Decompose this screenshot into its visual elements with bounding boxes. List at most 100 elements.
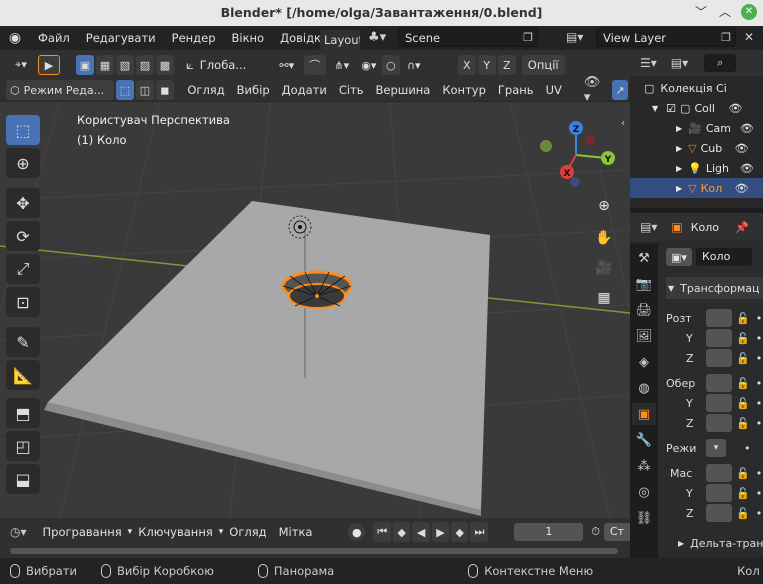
options-dropdown[interactable]: Опції [521, 55, 565, 75]
play-reverse-icon[interactable]: ◀ [412, 522, 430, 542]
circle-label[interactable]: Кол [701, 182, 725, 195]
minimize-icon[interactable]: ﹀ [693, 4, 709, 20]
next-keyframe-icon[interactable]: ◆ [451, 522, 469, 542]
vertex-select-icon[interactable]: ⬚ [115, 80, 134, 100]
timeline-scrollbar[interactable] [10, 548, 618, 554]
rotation-mode-dropdown[interactable]: ▾ [706, 439, 726, 457]
menu-mesh[interactable]: Сіть [333, 83, 370, 97]
modifiers-tab-icon[interactable]: 🔧 [632, 429, 656, 451]
menu-view[interactable]: Огляд [181, 83, 230, 97]
circle-mesh-selected[interactable] [281, 270, 353, 309]
scene-selector[interactable]: Scene ❐ [398, 28, 538, 47]
proportional-edit-icon[interactable]: ◉▾ [358, 55, 380, 75]
properties-editor-icon[interactable]: ▤▾ [640, 220, 657, 234]
maximize-icon[interactable]: ︿ [717, 4, 733, 20]
cube-label[interactable]: Cub [701, 142, 725, 155]
3d-viewport[interactable]: Z Y X ⌖▾ ▶ ▣ ▦ ▧ ▨ ▩ ⟀ Глоба... ⚯▾ ⌒ ⋔▾ … [0, 50, 630, 518]
mirror-x-button[interactable]: X [457, 55, 476, 75]
scene-icon[interactable]: ♣▾ [368, 30, 386, 45]
gizmo-toggle-icon[interactable]: ↗ [612, 80, 628, 100]
menu-window[interactable]: Вікно [224, 26, 273, 50]
proportional-toggle-icon[interactable]: ○ [381, 55, 400, 75]
menu-playback[interactable]: Програвання [37, 525, 128, 539]
menu-edge[interactable]: Контур [436, 83, 492, 97]
lock-icon[interactable]: 🔓 [736, 352, 750, 365]
outliner-search-icon[interactable]: ⌕ [704, 54, 737, 72]
lock-icon[interactable]: 🔓 [736, 397, 750, 410]
eye-icon[interactable]: 👁 [735, 142, 749, 155]
scale-z-field[interactable] [706, 504, 732, 522]
transform-panel-header[interactable]: Трансформац [680, 282, 759, 295]
play-icon[interactable]: ▶ [431, 522, 450, 542]
eye-icon[interactable]: 👁 [735, 182, 749, 195]
lock-icon[interactable]: 🔓 [736, 332, 750, 345]
collection-label[interactable]: Coll [694, 102, 722, 115]
record-icon[interactable]: ● [348, 523, 366, 541]
menu-select[interactable]: Вибір [231, 83, 276, 97]
location-z-field[interactable] [706, 349, 732, 367]
zoom-icon[interactable]: ⊕ [591, 193, 617, 219]
lock-icon[interactable]: 🔓 [736, 377, 750, 390]
eye-icon[interactable]: 👁 [728, 102, 742, 115]
menu-keying[interactable]: Ключування [132, 525, 219, 539]
constraints-tab-icon[interactable]: ⛓ [632, 507, 656, 529]
editor-type-icon[interactable]: ⌖▾ [6, 55, 36, 75]
transform-tool-icon[interactable]: ⊡ [6, 287, 40, 317]
select-mode-intersect-icon[interactable]: ▩ [156, 55, 174, 75]
select-cursor-icon[interactable]: ▶ [38, 55, 60, 75]
object-tab-icon[interactable]: ▣ [632, 403, 656, 425]
scene-tab-icon[interactable]: ◈ [632, 351, 656, 373]
edge-select-icon[interactable]: ◫ [135, 80, 154, 100]
object-name-field[interactable]: Коло [696, 248, 752, 266]
jump-start-icon[interactable]: ⏮ [373, 522, 392, 542]
stopwatch-icon[interactable]: ⏱ [591, 525, 600, 539]
menu-uv[interactable]: UV [540, 83, 568, 97]
mirror-y-button[interactable]: Y [477, 55, 496, 75]
remove-icon[interactable]: ✕ [744, 30, 754, 44]
scale-y-field[interactable] [706, 484, 732, 502]
move-tool-icon[interactable]: ✥ [6, 188, 40, 218]
menu-marker[interactable]: Мітка [273, 525, 319, 539]
scale-tool-icon[interactable]: ⤢ [6, 254, 40, 284]
output-tab-icon[interactable]: 🖨 [632, 299, 656, 321]
menu-file[interactable]: Файл [30, 26, 78, 50]
tool-tab-icon[interactable]: ⚒ [632, 247, 656, 269]
lock-icon[interactable]: 🔓 [736, 417, 750, 430]
select-box-tool-icon[interactable]: ⬚ [6, 115, 40, 145]
transform-orientation-icon[interactable]: ⟀ [186, 58, 194, 73]
extrude-tool-icon[interactable]: ⬒ [6, 398, 40, 428]
location-y-field[interactable] [706, 329, 732, 347]
visibility-icon[interactable]: 👁▾ [584, 75, 606, 105]
world-tab-icon[interactable]: ◍ [632, 377, 656, 399]
select-mode-new-icon[interactable]: ▣ [76, 55, 94, 75]
checkbox-icon[interactable]: ☑ [666, 102, 676, 115]
close-icon[interactable]: ✕ [741, 4, 757, 20]
bevel-tool-icon[interactable]: ⬓ [6, 464, 40, 494]
view-layer-tab-icon[interactable]: 🖼 [632, 325, 656, 347]
sidebar-toggle-icon[interactable]: ‹ [621, 118, 625, 129]
pivot-point-icon[interactable]: ⚯▾ [272, 55, 302, 75]
camera-view-icon[interactable]: 🎥 [591, 255, 617, 281]
menu-add[interactable]: Додати [276, 83, 333, 97]
rotation-x-field[interactable] [706, 374, 732, 392]
rotation-y-field[interactable] [706, 394, 732, 412]
cursor-tool-icon[interactable]: ⊕ [6, 148, 40, 178]
view-layer-selector[interactable]: View Layer ❐ [596, 28, 736, 47]
menu-vertex[interactable]: Вершина [370, 83, 437, 97]
face-select-icon[interactable]: ◼ [155, 80, 174, 100]
prev-keyframe-icon[interactable]: ◆ [393, 522, 411, 542]
menu-timeline-view[interactable]: Огляд [223, 525, 272, 539]
inset-tool-icon[interactable]: ◰ [6, 431, 40, 461]
pin-icon[interactable]: 📌 [735, 221, 749, 234]
annotate-tool-icon[interactable]: ✎ [6, 327, 40, 357]
copy-icon[interactable]: ❐ [721, 31, 731, 44]
measure-tool-icon[interactable]: 📐 [6, 360, 40, 390]
outliner-editor-icon[interactable]: ☰▾ [640, 56, 657, 70]
location-x-field[interactable] [706, 309, 732, 327]
workspace-tab-layout[interactable]: Layout [320, 30, 360, 50]
lock-icon[interactable]: 🔓 [736, 467, 750, 480]
snap-target-icon[interactable]: ⋔▾ [328, 55, 356, 75]
current-frame-field[interactable]: 1 [514, 523, 584, 541]
menu-edit[interactable]: Редагувати [78, 26, 164, 50]
lock-icon[interactable]: 🔓 [736, 312, 750, 325]
